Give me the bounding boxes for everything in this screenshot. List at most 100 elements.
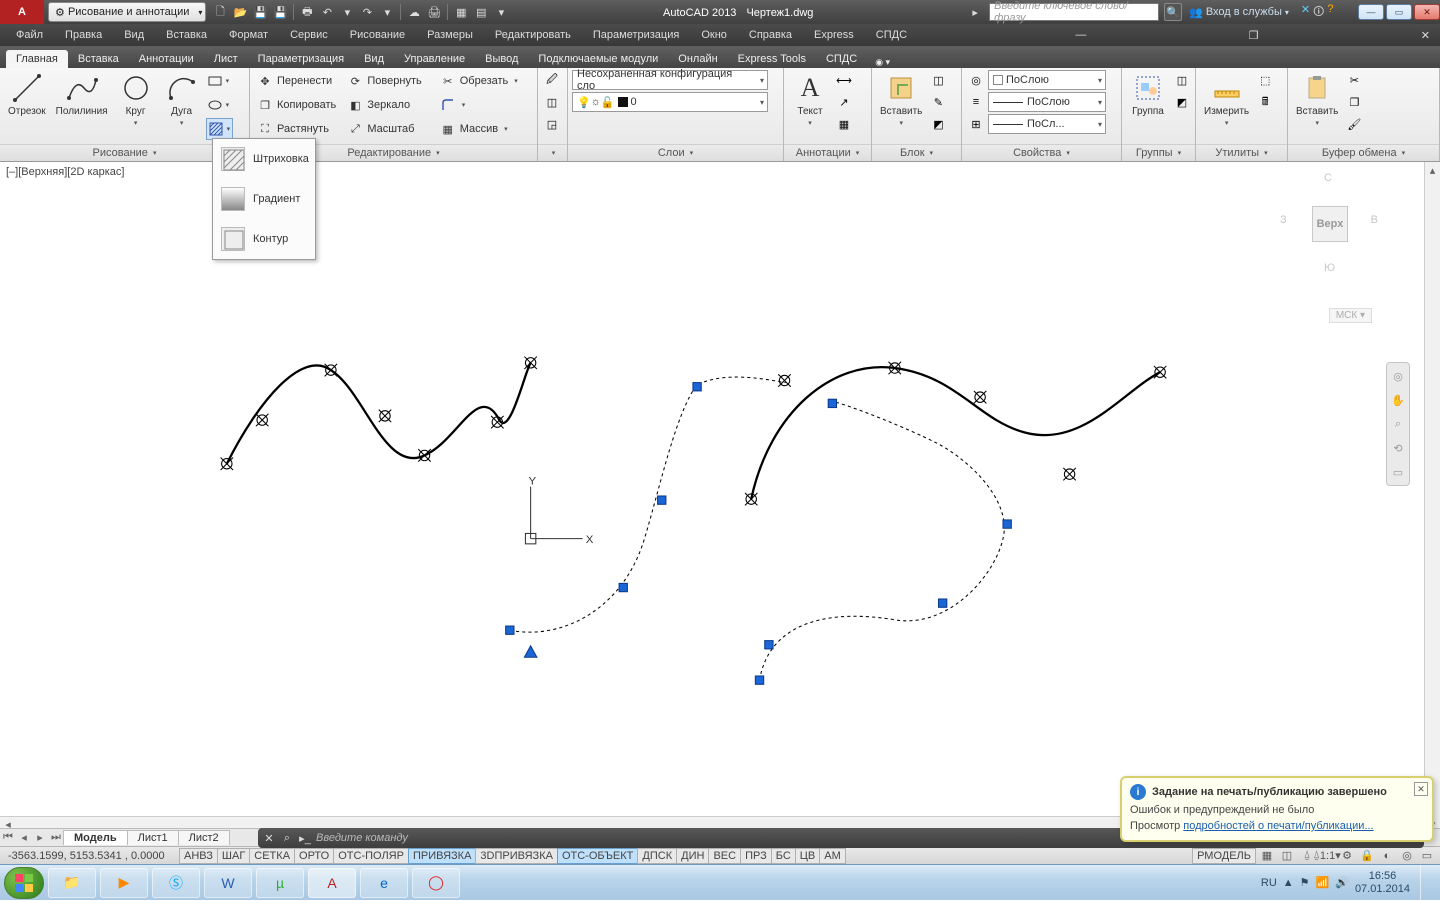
status-toggle-бс[interactable]: БС bbox=[771, 848, 796, 864]
tab-nav-next-icon[interactable]: ▸ bbox=[32, 830, 48, 846]
taskbar-app-icon[interactable]: ◯ bbox=[412, 868, 460, 898]
ellipse-button[interactable]: ▾ bbox=[206, 94, 234, 116]
dim-icon[interactable]: ⟷ bbox=[834, 70, 854, 90]
isolate-icon[interactable]: ◎ bbox=[1398, 848, 1416, 864]
layout-tab[interactable]: Лист1 bbox=[127, 830, 179, 845]
showmotion-icon[interactable]: ▭ bbox=[1389, 463, 1407, 481]
sign-in-button[interactable]: 👥 Вход в службы ▾ bbox=[1189, 6, 1289, 19]
lineweight-combo[interactable]: ПоСлою bbox=[988, 92, 1106, 112]
infocenter-arrow-icon[interactable]: ▸ bbox=[966, 3, 984, 21]
search-icon[interactable]: 🔍 bbox=[1164, 3, 1182, 21]
ribbon-tab[interactable]: Лист bbox=[204, 50, 248, 68]
cmd-recent-icon[interactable]: ⌕ bbox=[280, 831, 294, 845]
dropdown-item-gradient[interactable]: Градиент bbox=[213, 179, 315, 219]
ribbon-tab-home[interactable]: Главная bbox=[6, 50, 68, 68]
group-button[interactable]: Группа bbox=[1126, 70, 1170, 119]
status-toggle-сетка[interactable]: СЕТКА bbox=[249, 848, 295, 864]
doc-minimize-icon[interactable]: — bbox=[1071, 29, 1090, 41]
color-combo[interactable]: ПоСлою bbox=[988, 70, 1106, 90]
panel-title[interactable] bbox=[538, 144, 567, 161]
scale-button[interactable]: ⤢Масштаб bbox=[344, 118, 434, 140]
qat-props-icon[interactable]: ▤ bbox=[472, 3, 490, 21]
model-toggle[interactable]: РМОДЕЛЬ bbox=[1192, 848, 1256, 864]
trim-button[interactable]: ✂Обрезать▾ bbox=[437, 70, 533, 92]
ribbon-tab[interactable]: Вид bbox=[354, 50, 394, 68]
tab-nav-last-icon[interactable]: ⏭ bbox=[48, 830, 64, 846]
menu-item[interactable]: Справка bbox=[739, 27, 802, 43]
minimize-button[interactable]: — bbox=[1358, 4, 1384, 20]
status-toggle-3dпривязка[interactable]: 3DПРИВЯЗКА bbox=[475, 848, 558, 864]
exchange-icon[interactable]: ✕ bbox=[1301, 3, 1310, 22]
qp-icon[interactable]: ◫ bbox=[1278, 848, 1296, 864]
groupedit-icon[interactable]: ◩ bbox=[1172, 92, 1192, 112]
tab-nav-prev-icon[interactable]: ◂ bbox=[16, 830, 32, 846]
dropdown-item-hatch[interactable]: Штриховка bbox=[213, 139, 315, 179]
calc-icon[interactable]: 🖩 bbox=[1255, 92, 1275, 112]
taskbar-utorrent-icon[interactable]: µ bbox=[256, 868, 304, 898]
close-button[interactable]: ✕ bbox=[1414, 4, 1440, 20]
qat-redo-icon[interactable]: ↷ bbox=[358, 3, 376, 21]
tray-flag-icon[interactable]: ▲ bbox=[1283, 877, 1294, 889]
maximize-button[interactable]: ▭ bbox=[1386, 4, 1412, 20]
move-button[interactable]: ✥Перенести bbox=[254, 70, 342, 92]
status-toggle-цв[interactable]: ЦВ bbox=[795, 848, 820, 864]
misc-icon[interactable]: 🖉 bbox=[542, 70, 562, 90]
doc-restore-icon[interactable]: ❐ bbox=[1245, 29, 1263, 42]
leader-icon[interactable]: ↗ bbox=[834, 92, 854, 112]
status-toggle-орто[interactable]: ОРТО bbox=[294, 848, 334, 864]
menu-item[interactable]: Правка bbox=[55, 27, 112, 43]
doc-close-icon[interactable]: ✕ bbox=[1417, 29, 1434, 42]
hardware-accel-icon[interactable]: ◐ bbox=[1378, 848, 1396, 864]
panel-title-groups[interactable]: Группы bbox=[1122, 144, 1195, 161]
qat-undo-icon[interactable]: ↶ bbox=[318, 3, 336, 21]
polyline-button[interactable]: Полилиния bbox=[52, 70, 112, 119]
ribbon-tab[interactable]: Онлайн bbox=[668, 50, 727, 68]
qat-plot-icon[interactable]: 🖶 bbox=[298, 3, 316, 21]
workspace-switcher[interactable]: ⚙ Рисование и аннотации bbox=[48, 2, 206, 22]
panel-title-clip[interactable]: Буфер обмена bbox=[1288, 144, 1439, 161]
qat-save-icon[interactable]: 💾 bbox=[251, 3, 269, 21]
ribbon-tab[interactable]: Express Tools bbox=[728, 50, 816, 68]
qat-dropdown-icon[interactable]: ▾ bbox=[338, 3, 356, 21]
scroll-up-icon[interactable]: ▴ bbox=[1425, 162, 1440, 178]
stretch-button[interactable]: ⛶Растянуть bbox=[254, 118, 342, 140]
match-icon[interactable]: ◎ bbox=[966, 70, 986, 90]
qat-saveas-icon[interactable]: 💾 bbox=[271, 3, 289, 21]
menu-item[interactable]: СПДС bbox=[866, 27, 917, 43]
panel-title-annot[interactable]: Аннотации bbox=[784, 144, 871, 161]
menu-item[interactable]: Формат bbox=[219, 27, 278, 43]
scale-label[interactable]: ⍙ 1:1 ▾ bbox=[1318, 848, 1336, 864]
qat-dropdown-icon[interactable]: ▾ bbox=[378, 3, 396, 21]
panel-title-layers[interactable]: Слои bbox=[568, 144, 783, 161]
tray-lang[interactable]: RU bbox=[1261, 877, 1277, 889]
line-button[interactable]: Отрезок bbox=[4, 70, 50, 119]
taskbar-autocad-icon[interactable]: A bbox=[308, 868, 356, 898]
attr-icon[interactable]: ◩ bbox=[928, 114, 948, 134]
balloon-close-button[interactable]: ✕ bbox=[1414, 782, 1428, 796]
status-toggle-шаг[interactable]: ШАГ bbox=[217, 848, 250, 864]
ribbon-tab[interactable]: Управление bbox=[394, 50, 475, 68]
canvas[interactable]: X Y bbox=[0, 162, 1440, 859]
layer-state-combo[interactable]: Несохраненная конфигурация сло bbox=[572, 70, 768, 90]
cut-icon[interactable]: ✂ bbox=[1344, 70, 1364, 90]
viewcube-east[interactable]: В bbox=[1371, 214, 1378, 226]
qat-new-icon[interactable]: 🗋 bbox=[211, 3, 229, 21]
text-button[interactable]: A Текст▾ bbox=[788, 70, 832, 129]
ltype-icon[interactable]: ⊞ bbox=[966, 114, 986, 134]
ribbon-tab[interactable]: Аннотации bbox=[129, 50, 204, 68]
rectangle-button[interactable]: ▾ bbox=[206, 70, 234, 92]
tray-clock[interactable]: 16:5607.01.2014 bbox=[1355, 870, 1410, 894]
taskbar-skype-icon[interactable]: Ⓢ bbox=[152, 868, 200, 898]
misc-icon[interactable]: ◫ bbox=[542, 92, 562, 112]
zoom-extents-icon[interactable]: ⌕ bbox=[1389, 415, 1407, 433]
table-icon[interactable]: ▦ bbox=[834, 114, 854, 134]
viewcube-top-face[interactable]: Верх bbox=[1312, 206, 1348, 242]
cmd-close-icon[interactable]: ✕ bbox=[262, 831, 276, 845]
vertical-scrollbar[interactable]: ▴ ▾ bbox=[1424, 162, 1440, 832]
drawing-area[interactable]: [–][Верхняя][2D каркас] bbox=[0, 162, 1440, 832]
status-toggle-отс-поляр[interactable]: ОТС-ПОЛЯР bbox=[333, 848, 409, 864]
arc-button[interactable]: Дуга▾ bbox=[160, 70, 204, 129]
ribbon-tab[interactable]: Подключаемые модули bbox=[528, 50, 668, 68]
qat-more-icon[interactable]: ▾ bbox=[492, 3, 510, 21]
brush-icon[interactable]: 🖌 bbox=[1344, 114, 1364, 134]
